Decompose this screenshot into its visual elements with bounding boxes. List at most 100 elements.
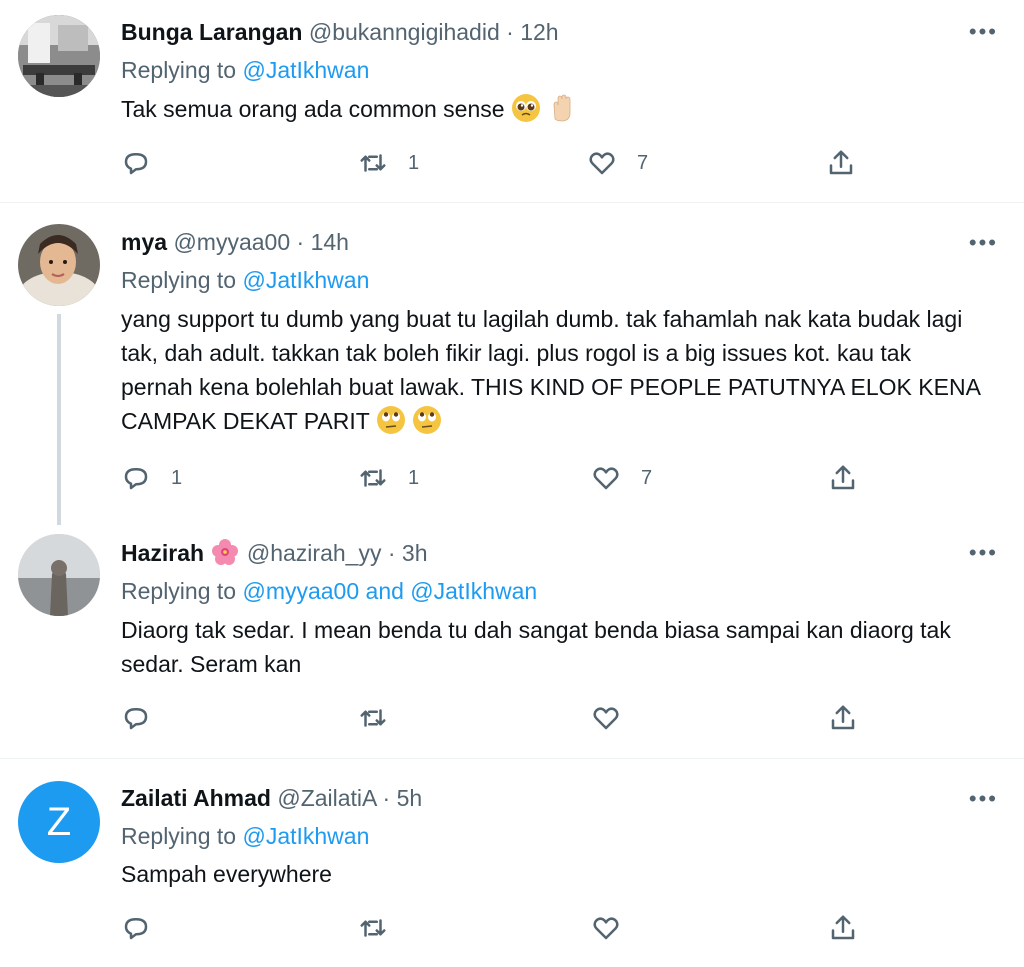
tweet[interactable]: mya @myyaa00 · 14h ••• Replying to @JatI… (0, 203, 1024, 525)
share-button[interactable] (828, 703, 858, 733)
tweet-actions: 1 1 7 (121, 463, 861, 493)
reply-icon (124, 708, 148, 730)
like-button[interactable]: 7 (591, 463, 652, 493)
reply-button[interactable] (121, 913, 151, 943)
separator: · (296, 229, 305, 255)
display-name[interactable]: mya (121, 229, 167, 255)
reply-icon (124, 468, 148, 490)
pleading-face-emoji (511, 94, 540, 122)
display-name[interactable]: Hazirah (121, 540, 204, 566)
share-button[interactable] (828, 463, 858, 493)
handle[interactable]: @hazirah_yy (247, 540, 382, 566)
replying-to: Replying to @JatIkhwan (121, 55, 369, 85)
tweet-text-content: yang support tu dumb yang buat tu lagila… (121, 306, 980, 434)
replying-to: Replying to @JatIkhwan (121, 821, 369, 851)
heart-icon (593, 707, 619, 730)
reply-button[interactable] (121, 703, 151, 733)
retweet-icon (360, 469, 386, 487)
reply-count: 1 (171, 466, 183, 489)
more-options-icon[interactable]: ••• (969, 21, 998, 43)
reply-icon (124, 153, 148, 175)
tweet-actions (121, 703, 861, 733)
display-name[interactable]: Bunga Larangan (121, 19, 302, 45)
replying-to-label: Replying to (121, 823, 237, 849)
tweet[interactable]: Z Zailati Ahmad @ZailatiA · 5h ••• Reply… (0, 759, 1024, 967)
eye-roll-emoji (413, 406, 442, 434)
retweet-button[interactable]: 1 (358, 463, 419, 493)
retweet-count: 1 (408, 151, 420, 174)
tweet-header: mya @myyaa00 · 14h (121, 227, 349, 257)
replying-to: Replying to @JatIkhwan (121, 265, 369, 295)
share-button[interactable] (826, 148, 856, 178)
avatar-letter: Z (46, 799, 72, 844)
timestamp[interactable]: 5h (397, 785, 423, 811)
retweet-button[interactable] (358, 913, 388, 943)
mention-link[interactable]: @JatIkhwan (242, 57, 369, 83)
handle[interactable]: @myyaa00 (173, 229, 290, 255)
tweet-header: Zailati Ahmad @ZailatiA · 5h (121, 783, 422, 813)
mention-link[interactable]: @myyaa00 and @JatIkhwan (242, 578, 537, 604)
like-count: 7 (637, 151, 649, 174)
tweet-text: yang support tu dumb yang buat tu lagila… (121, 302, 981, 438)
heart-icon (593, 917, 619, 940)
thread-line (57, 314, 61, 525)
handle[interactable]: @ZailatiA (277, 785, 376, 811)
timestamp[interactable]: 12h (520, 19, 558, 45)
tweet[interactable]: Bunga Larangan @bukanngigihadid · 12h ••… (0, 0, 1024, 202)
reply-icon (124, 918, 148, 940)
retweet-button[interactable] (358, 703, 388, 733)
share-icon (831, 465, 855, 490)
share-button[interactable] (828, 913, 858, 943)
handle[interactable]: @bukanngigihadid (309, 19, 500, 45)
avatar[interactable] (18, 534, 100, 616)
separator: · (387, 540, 396, 566)
retweet-icon (360, 919, 386, 937)
more-options-icon[interactable]: ••• (969, 542, 998, 564)
like-button[interactable] (591, 703, 621, 733)
like-count: 7 (641, 466, 653, 489)
tweet-actions (121, 913, 861, 943)
timestamp[interactable]: 14h (311, 229, 349, 255)
raised-hand-emoji (553, 94, 571, 122)
avatar-photo (18, 224, 100, 306)
like-button[interactable] (591, 913, 621, 943)
share-icon (831, 705, 855, 730)
avatar-photo (18, 15, 100, 97)
tweet-actions: 1 7 (121, 148, 861, 178)
eye-roll-emoji (376, 406, 405, 434)
tweet[interactable]: Hazirah @hazirah_yy · 3h ••• Replying to… (0, 522, 1024, 758)
mention-link[interactable]: @JatIkhwan (242, 823, 369, 849)
replying-to: Replying to @myyaa00 and @JatIkhwan (121, 576, 537, 606)
display-name[interactable]: Zailati Ahmad (121, 785, 271, 811)
retweet-icon (360, 709, 386, 727)
separator: · (382, 785, 391, 811)
avatar-photo (18, 534, 100, 616)
tweet-text: Diaorg tak sedar. I mean benda tu dah sa… (121, 617, 951, 677)
tweet-header: Hazirah @hazirah_yy · 3h (121, 537, 428, 568)
tweet-text: Sampah everywhere (121, 861, 332, 887)
separator: · (506, 19, 514, 45)
avatar[interactable] (18, 224, 100, 306)
timestamp[interactable]: 3h (402, 540, 428, 566)
tweet-text-content: Tak semua orang ada common sense (121, 96, 505, 122)
reply-button[interactable]: 1 (121, 463, 182, 493)
more-options-icon[interactable]: ••• (969, 232, 998, 254)
like-button[interactable]: 7 (587, 148, 648, 178)
heart-icon (589, 152, 615, 175)
share-icon (831, 915, 855, 940)
hibiscus-emoji (212, 539, 239, 565)
avatar[interactable] (18, 15, 100, 97)
retweet-count: 1 (408, 466, 420, 489)
replying-to-label: Replying to (121, 578, 237, 604)
retweet-icon (360, 154, 386, 172)
retweet-button[interactable]: 1 (358, 148, 419, 178)
reply-button[interactable] (121, 148, 171, 178)
tweet-text: Tak semua orang ada common sense (121, 92, 981, 126)
share-icon (829, 150, 853, 175)
replying-to-label: Replying to (121, 57, 237, 83)
mention-link[interactable]: @JatIkhwan (242, 267, 369, 293)
heart-icon (593, 467, 619, 490)
replying-to-label: Replying to (121, 267, 237, 293)
more-options-icon[interactable]: ••• (969, 788, 998, 810)
avatar[interactable]: Z (18, 781, 100, 863)
